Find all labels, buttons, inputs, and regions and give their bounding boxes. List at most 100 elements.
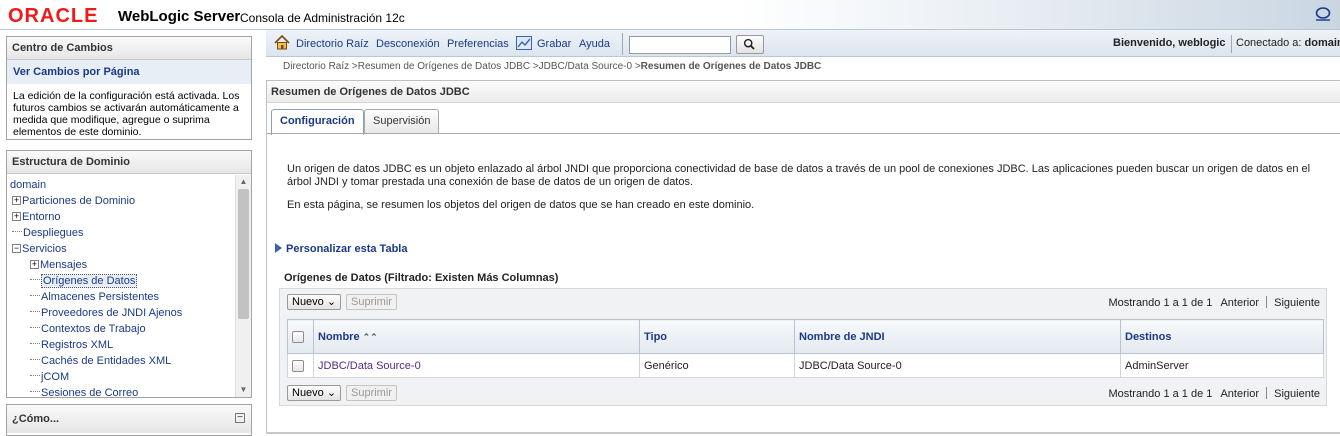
tree-item-label[interactable]: Contextos de Trabajo bbox=[41, 323, 146, 335]
page-title: Resumen de Orígenes de Datos JDBC bbox=[267, 81, 1340, 103]
pager-bottom: Mostrando 1 a 1 de 1 Anterior Siguiente bbox=[1108, 387, 1320, 400]
row-name-link[interactable]: JDBC/Data Source-0 bbox=[314, 354, 640, 378]
col-targets[interactable]: Destinos bbox=[1121, 320, 1324, 354]
pager-next-bottom[interactable]: Siguiente bbox=[1274, 388, 1320, 400]
tree-connector bbox=[30, 343, 40, 344]
tree-item-label[interactable]: Sesiones de Correo bbox=[41, 387, 138, 397]
tree-item[interactable]: +Mensajes bbox=[10, 257, 235, 273]
scroll-up-icon[interactable]: ▲ bbox=[236, 175, 251, 189]
change-center-panel: Centro de Cambios Ver Cambios por Página… bbox=[6, 36, 252, 140]
tree-connector bbox=[30, 311, 40, 312]
tree-item[interactable]: Proveedores de JNDI Ajenos bbox=[10, 305, 235, 321]
domain-structure-panel: Estructura de Dominio domain+Particiones… bbox=[6, 150, 252, 398]
tree-item[interactable]: Despliegues bbox=[10, 225, 235, 241]
expand-icon[interactable]: + bbox=[30, 260, 39, 269]
oracle-logo: ORACLE bbox=[8, 6, 98, 26]
select-all-header bbox=[288, 320, 314, 354]
tab-configuration[interactable]: Configuración bbox=[271, 109, 364, 135]
sort-ascending-icon[interactable]: ⌃⌃ bbox=[363, 332, 378, 343]
tree-item[interactable]: +Particiones de Dominio bbox=[10, 193, 235, 209]
tree-item-label[interactable]: domain bbox=[10, 179, 46, 191]
tree-item[interactable]: Registros XML bbox=[10, 337, 235, 353]
nav-record-link[interactable]: Grabar bbox=[537, 37, 571, 51]
new-button[interactable]: Nuevo ⌄ bbox=[287, 294, 341, 310]
tree-scrollbar[interactable]: ▲ ▼ bbox=[235, 175, 251, 397]
tree-item[interactable]: +Entorno bbox=[10, 209, 235, 225]
breadcrumb: Directorio Raíz >Resumen de Orígenes de … bbox=[283, 61, 821, 72]
col-type[interactable]: Tipo bbox=[640, 320, 795, 354]
brand-bar: ORACLE WebLogic Server Consola de Admini… bbox=[0, 0, 1340, 30]
scroll-thumb[interactable] bbox=[238, 189, 249, 319]
tree-item-label[interactable]: Mensajes bbox=[40, 259, 87, 271]
search-button[interactable] bbox=[736, 35, 764, 54]
col-name[interactable]: Nombre⌃⌃ bbox=[314, 320, 640, 354]
oracle-o-icon bbox=[1314, 5, 1332, 23]
nav-divider bbox=[622, 33, 623, 55]
home-icon[interactable] bbox=[274, 35, 290, 50]
pager-prev[interactable]: Anterior bbox=[1220, 297, 1259, 309]
search-input[interactable] bbox=[629, 36, 731, 54]
product-name: WebLogic Server bbox=[118, 9, 240, 25]
delete-button[interactable]: Suprimir bbox=[346, 294, 397, 310]
nav-logout-link[interactable]: Desconexión bbox=[376, 37, 440, 51]
tree-item[interactable]: Contextos de Trabajo bbox=[10, 321, 235, 337]
col-jndi[interactable]: Nombre de JNDI bbox=[795, 320, 1121, 354]
tree-item[interactable]: Almacenes Persistentes bbox=[10, 289, 235, 305]
domain-tree: domain+Particiones de Dominio+EntornoDes… bbox=[7, 175, 235, 397]
tree-item[interactable]: jCOM bbox=[10, 369, 235, 385]
record-icon[interactable] bbox=[516, 36, 532, 50]
summary-text: En esta página, se resumen los objetos d… bbox=[287, 199, 754, 211]
tree-item-label[interactable]: Proveedores de JNDI Ajenos bbox=[41, 307, 182, 319]
tree-item-label[interactable]: Particiones de Dominio bbox=[22, 195, 135, 207]
nav-preferences-link[interactable]: Preferencias bbox=[447, 37, 509, 51]
tree-item-label[interactable]: Servicios bbox=[22, 243, 67, 255]
collapse-icon[interactable]: − bbox=[12, 244, 21, 253]
chevron-down-icon: ⌄ bbox=[327, 296, 336, 308]
row-type: Genérico bbox=[640, 354, 795, 378]
view-changes-link[interactable]: Ver Cambios por Página bbox=[7, 60, 251, 84]
pager-next[interactable]: Siguiente bbox=[1274, 297, 1320, 309]
nav-divider-2 bbox=[1231, 35, 1232, 53]
collapse-icon[interactable]: − bbox=[235, 413, 245, 423]
expand-icon[interactable]: + bbox=[12, 212, 21, 221]
domain-structure-title: Estructura de Dominio bbox=[7, 151, 251, 174]
customize-table-link[interactable]: Personalizar esta Tabla bbox=[275, 243, 407, 255]
tree-item-label[interactable]: Cachés de Entidades XML bbox=[41, 355, 171, 367]
expand-icon[interactable]: + bbox=[12, 196, 21, 205]
select-all-checkbox[interactable] bbox=[292, 331, 304, 343]
tree-item[interactable]: −Servicios bbox=[10, 241, 235, 257]
tree-item-label[interactable]: Orígenes de Datos bbox=[41, 274, 137, 288]
connected-label: Conectado a: bbox=[1236, 37, 1301, 49]
pager-status: Mostrando 1 a 1 de 1 bbox=[1108, 297, 1212, 309]
tab-monitoring[interactable]: Supervisión bbox=[364, 109, 439, 134]
datasources-table: Nombre⌃⌃ Tipo Nombre de JNDI Destinos JD… bbox=[287, 319, 1324, 378]
delete-button-bottom[interactable]: Suprimir bbox=[346, 385, 397, 401]
scroll-down-icon[interactable]: ▼ bbox=[236, 383, 251, 397]
nav-help-link[interactable]: Ayuda bbox=[579, 37, 610, 51]
tree-connector bbox=[12, 231, 22, 232]
tree-item-label[interactable]: Almacenes Persistentes bbox=[41, 291, 159, 303]
pager-prev-bottom[interactable]: Anterior bbox=[1220, 388, 1259, 400]
new-button-bottom[interactable]: Nuevo ⌄ bbox=[287, 385, 341, 401]
row-select-cell bbox=[288, 354, 314, 378]
col-name-label: Nombre bbox=[318, 331, 360, 343]
tree-item-label[interactable]: Registros XML bbox=[41, 339, 113, 351]
breadcrumb-path[interactable]: Directorio Raíz >Resumen de Orígenes de … bbox=[283, 61, 641, 72]
tree-item-label[interactable]: Despliegues bbox=[23, 227, 84, 239]
row-targets: AdminServer bbox=[1121, 354, 1324, 378]
tree-connector bbox=[30, 295, 40, 296]
nav-home-link[interactable]: Directorio Raíz bbox=[296, 37, 369, 51]
tree-item[interactable]: Orígenes de Datos bbox=[10, 273, 235, 289]
tree-item-label[interactable]: jCOM bbox=[41, 371, 69, 383]
change-center-text: La edición de la configuración está acti… bbox=[7, 84, 251, 138]
new-button-label: Nuevo bbox=[292, 296, 324, 308]
description-text: Un origen de datos JDBC es un objeto enl… bbox=[287, 163, 1317, 189]
tree-item[interactable]: domain bbox=[10, 177, 235, 193]
tree-item[interactable]: Cachés de Entidades XML bbox=[10, 353, 235, 369]
row-checkbox[interactable] bbox=[292, 360, 304, 372]
tree-item[interactable]: Sesiones de Correo bbox=[10, 385, 235, 397]
row-jndi: JDBC/Data Source-0 bbox=[795, 354, 1121, 378]
datasources-table-region: Nuevo ⌄ Suprimir Mostrando 1 a 1 de 1 An… bbox=[279, 288, 1327, 406]
tree-item-label[interactable]: Entorno bbox=[22, 211, 61, 223]
tree-connector bbox=[30, 375, 40, 376]
